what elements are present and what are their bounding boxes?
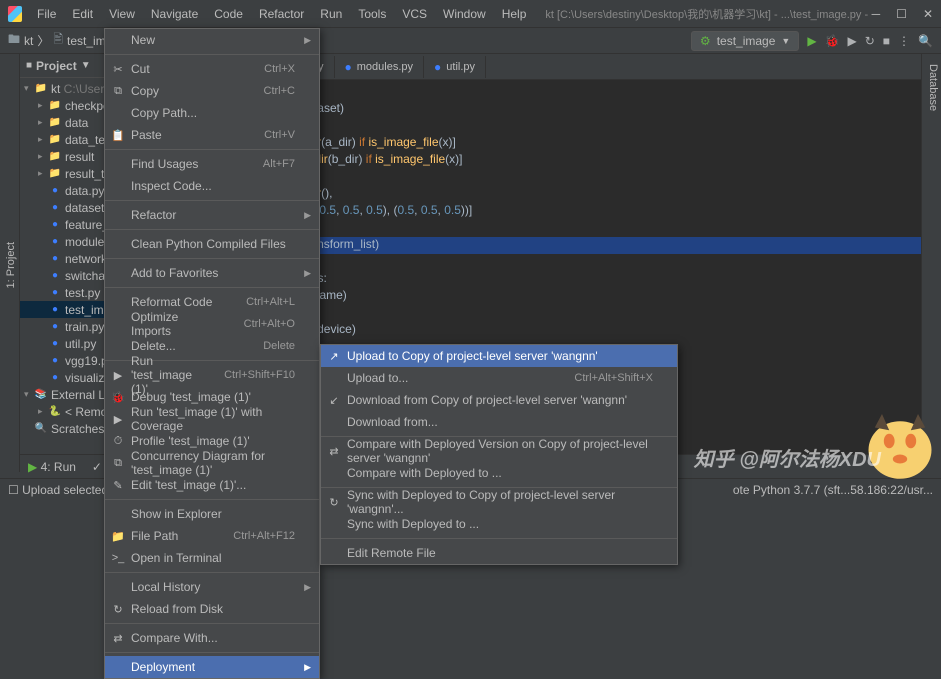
menu-item[interactable]: Upload to...Ctrl+Alt+Shift+X [321, 367, 677, 389]
search-icon[interactable]: 🔍 [918, 34, 933, 48]
menu-run[interactable]: Run [313, 3, 349, 25]
menu-file[interactable]: File [30, 3, 63, 25]
menu-item[interactable]: Compare with Deployed to ... [321, 462, 677, 484]
maximize-icon[interactable]: ☐ [896, 7, 907, 21]
menu-item[interactable]: Deployment▶ [105, 656, 319, 678]
menu-item[interactable]: 📁File PathCtrl+Alt+F12 [105, 525, 319, 547]
menu-item[interactable]: Copy Path... [105, 102, 319, 124]
folder-icon: 🖿 [8, 30, 20, 51]
menu-item[interactable]: ↻Reload from Disk [105, 598, 319, 620]
debug-icon[interactable]: 🐞 [825, 34, 840, 48]
menu-item[interactable]: Find UsagesAlt+F7 [105, 153, 319, 175]
file-icon: 🖹 [53, 30, 63, 51]
more-icon[interactable]: ⋮ [898, 34, 910, 48]
status-interpreter[interactable]: ote Python 3.7.7 (sft...58.186:22/usr... [733, 483, 933, 497]
menu-item[interactable]: Sync with Deployed to ... [321, 513, 677, 535]
menu-navigate[interactable]: Navigate [144, 3, 205, 25]
menu-item[interactable]: ↗Upload to Copy of project-level server … [321, 345, 677, 367]
play-icon[interactable]: ▶ [807, 34, 816, 48]
pycharm-logo [8, 6, 22, 22]
run-config-label: test_image [717, 34, 776, 48]
menu-item[interactable]: Download from... [321, 411, 677, 433]
menu-help[interactable]: Help [495, 3, 534, 25]
menu-item[interactable]: ✎Edit 'test_image (1)'... [105, 474, 319, 496]
menu-vcs[interactable]: VCS [395, 3, 434, 25]
menu-item[interactable]: Refactor▶ [105, 204, 319, 226]
stop-icon[interactable]: ■ [883, 34, 890, 48]
menu-item[interactable]: ⇄Compare with Deployed Version on Copy o… [321, 440, 677, 462]
menu-item[interactable]: ✂CutCtrl+X [105, 58, 319, 80]
deployment-submenu: ↗Upload to Copy of project-level server … [320, 344, 678, 565]
menu-item[interactable]: Inspect Code... [105, 175, 319, 197]
menu-item[interactable]: 📋PasteCtrl+V [105, 124, 319, 146]
menu-item[interactable]: Show in Explorer [105, 503, 319, 525]
run-toolwindow[interactable]: ▶ 4: Run [28, 460, 76, 474]
minimize-icon[interactable]: ─ [872, 7, 881, 21]
context-menu: New▶ ✂CutCtrl+X⧉CopyCtrl+CCopy Path...📋Pa… [104, 28, 320, 679]
menu-refactor[interactable]: Refactor [252, 3, 311, 25]
project-title: Project [36, 59, 77, 73]
menu-item[interactable]: Optimize ImportsCtrl+Alt+O [105, 313, 319, 335]
right-toolwindow-bar: DatabaseSciView [921, 54, 941, 472]
close-icon[interactable]: ✕ [923, 7, 933, 21]
editor-tab[interactable]: ●modules.py [335, 56, 425, 78]
menubar: FileEditViewNavigateCodeRefactorRunTools… [30, 3, 533, 25]
menu-window[interactable]: Window [436, 3, 493, 25]
titlebar: FileEditViewNavigateCodeRefactorRunTools… [0, 0, 941, 28]
toolwindow-database[interactable]: Database [925, 58, 941, 472]
menu-item[interactable]: ⧉CopyCtrl+C [105, 80, 319, 102]
window-controls: ─ ☐ ✕ [872, 7, 933, 21]
menu-item[interactable]: ▶Run 'test_image (1)' with Coverage [105, 408, 319, 430]
menu-item[interactable]: ↻Sync with Deployed to Copy of project-l… [321, 491, 677, 513]
menu-item[interactable]: ▶Run 'test_image (1)'Ctrl+Shift+F10 [105, 364, 319, 386]
toolwindow-project[interactable]: 1: Project [3, 236, 19, 294]
menu-item[interactable]: Edit Remote File [321, 542, 677, 564]
window-title: kt [C:\Users\destiny\Desktop\我的\机器学习\kt]… [545, 6, 871, 22]
dropdown-icon[interactable]: ▼ [81, 60, 91, 71]
menu-item[interactable]: >_Open in Terminal [105, 547, 319, 569]
menu-item[interactable]: ⧉Concurrency Diagram for 'test_image (1)… [105, 452, 319, 474]
menu-item[interactable]: Clean Python Compiled Files [105, 233, 319, 255]
menu-view[interactable]: View [102, 3, 142, 25]
run-icon: ⚙ [700, 34, 711, 48]
menu-edit[interactable]: Edit [65, 3, 100, 25]
menu-tools[interactable]: Tools [351, 3, 393, 25]
run-config-selector[interactable]: ⚙ test_image ▼ [691, 31, 799, 51]
editor-tab[interactable]: ●util.py [424, 56, 486, 78]
crumb-root: kt [24, 34, 33, 48]
dropdown-icon: ▼ [781, 36, 790, 46]
menu-item[interactable]: ↙Download from Copy of project-level ser… [321, 389, 677, 411]
project-arrow-icon: ■ [26, 60, 32, 71]
menu-item[interactable]: Local History▶ [105, 576, 319, 598]
menu-code[interactable]: Code [207, 3, 250, 25]
menu-item[interactable]: ⇄Compare With... [105, 627, 319, 649]
menu-item[interactable]: New▶ [105, 29, 319, 51]
menu-item[interactable]: Add to Favorites▶ [105, 262, 319, 284]
coverage-icon[interactable]: ▶ [848, 34, 857, 48]
chevron-icon: 〉 [37, 32, 49, 49]
left-toolwindow-bar: 1: Project7: Structure2: Favorites [0, 54, 20, 472]
profile-icon[interactable]: ↻ [865, 34, 875, 48]
